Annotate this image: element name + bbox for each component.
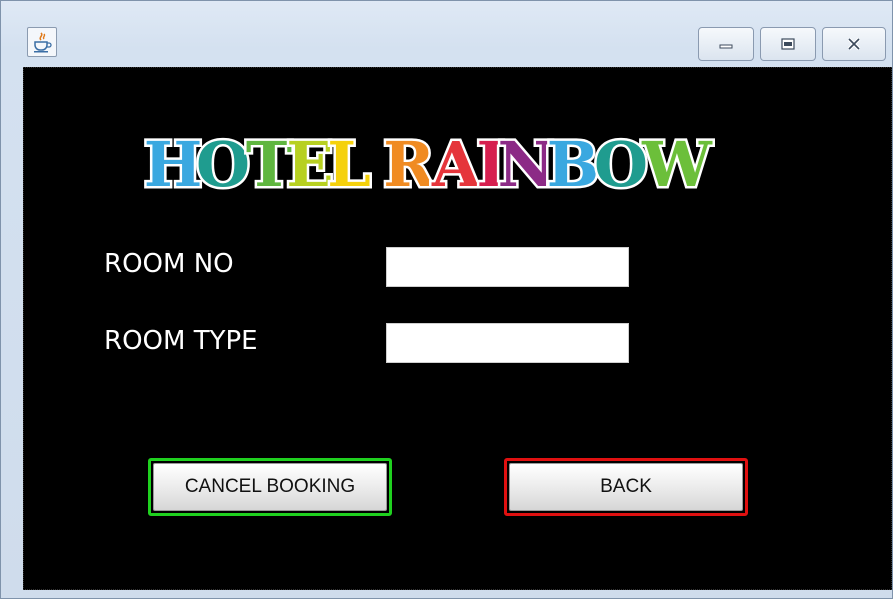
room-type-input[interactable] [386, 323, 629, 363]
close-icon [847, 37, 861, 51]
cancel-booking-button[interactable]: CANCEL BOOKING [148, 458, 392, 516]
maximize-icon [781, 38, 795, 50]
title-bar[interactable] [1, 1, 892, 65]
back-button[interactable]: BACK [504, 458, 748, 516]
back-label: BACK [600, 476, 652, 497]
close-button[interactable] [822, 27, 886, 61]
content-panel: HOTELRAINBOW ROOM NO ROOM TYPE CANCEL BO… [23, 67, 892, 590]
logo-letter: R [383, 128, 435, 196]
logo-letter: T [246, 128, 292, 196]
maximize-button[interactable] [760, 27, 816, 61]
logo-letter: H [144, 128, 203, 196]
java-cup-icon[interactable] [27, 27, 57, 57]
room-no-input[interactable] [386, 247, 629, 287]
logo-letter: L [327, 128, 371, 196]
cancel-booking-label: CANCEL BOOKING [184, 476, 356, 497]
logo-letter: B [547, 128, 599, 196]
logo-letter: O [196, 128, 250, 196]
app-window: HOTELRAINBOW ROOM NO ROOM TYPE CANCEL BO… [0, 0, 893, 599]
logo-letter: A [431, 128, 481, 196]
minimize-icon [719, 44, 733, 49]
room-type-label: ROOM TYPE [104, 326, 258, 356]
logo-letter: O [594, 128, 648, 196]
room-no-label: ROOM NO [104, 249, 234, 279]
hotel-rainbow-logo: HOTEL RAINBOW [142, 126, 716, 196]
logo-letter: W [641, 128, 713, 196]
minimize-button[interactable] [698, 27, 754, 61]
